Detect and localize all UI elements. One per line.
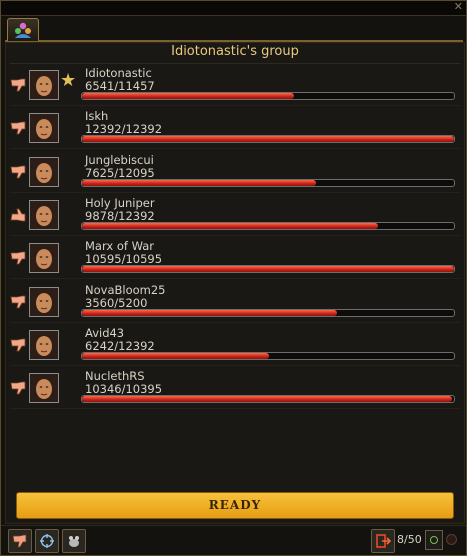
pet-button[interactable] bbox=[62, 529, 86, 553]
title-divider bbox=[10, 63, 460, 64]
member-name: Holy Juniper bbox=[85, 195, 155, 210]
thumb-down-icon[interactable] bbox=[10, 251, 26, 265]
hp-bar bbox=[81, 395, 455, 404]
member-hp: 3560/5200 bbox=[85, 295, 148, 310]
hp-bar-fill bbox=[82, 352, 270, 359]
member-hp: 9878/12392 bbox=[85, 208, 155, 223]
record-light-icon bbox=[446, 534, 457, 545]
avatar[interactable] bbox=[29, 113, 59, 144]
status-light-icon bbox=[430, 536, 438, 544]
member-row[interactable]: ★ Idiotonastic 6541/11457 bbox=[6, 65, 464, 108]
row-divider bbox=[10, 278, 460, 280]
thumb-down-icon bbox=[12, 534, 27, 548]
hp-bar bbox=[81, 178, 455, 187]
thumb-up-icon[interactable] bbox=[10, 208, 26, 222]
group-panel: Idiotonastic's group ★ Idiotonastic 6541/1… bbox=[5, 42, 465, 524]
thumb-down-icon[interactable] bbox=[10, 381, 26, 395]
member-row[interactable]: Avid43 6242/12392 bbox=[6, 325, 464, 368]
crosshair-icon bbox=[40, 534, 54, 548]
group-icon bbox=[15, 22, 31, 38]
hp-bar bbox=[81, 221, 455, 230]
avatar[interactable] bbox=[29, 329, 59, 360]
thumb-down-icon[interactable] bbox=[10, 165, 26, 179]
window-titlebar: ✕ bbox=[1, 1, 466, 16]
hp-bar bbox=[81, 351, 455, 360]
avatar[interactable] bbox=[29, 243, 59, 274]
tab-bar bbox=[5, 16, 463, 42]
avatar[interactable] bbox=[29, 199, 59, 230]
group-title: Idiotonastic's group bbox=[171, 44, 299, 59]
hp-bar bbox=[81, 265, 455, 274]
member-row[interactable]: Iskh 12392/12392 bbox=[6, 108, 464, 151]
leave-group-icon bbox=[376, 534, 391, 548]
ready-check-toggle[interactable] bbox=[425, 530, 443, 550]
avatar[interactable] bbox=[29, 373, 59, 404]
member-row[interactable]: NuclethRS 10346/10395 bbox=[6, 368, 464, 411]
hp-bar-fill bbox=[82, 309, 337, 316]
group-window: ✕ Idiotonastic's group ★ Idiotonastic 6541… bbox=[0, 0, 467, 556]
hp-bar-fill bbox=[82, 93, 295, 99]
row-divider bbox=[10, 105, 460, 106]
avatar[interactable] bbox=[29, 156, 59, 187]
member-row[interactable]: Holy Juniper 9878/12392 bbox=[6, 195, 464, 238]
close-icon[interactable]: ✕ bbox=[454, 1, 463, 13]
hp-bar bbox=[81, 308, 455, 317]
member-name: NovaBloom25 bbox=[85, 282, 166, 297]
row-divider bbox=[10, 148, 460, 150]
member-row[interactable]: Marx of War 10595/10595 bbox=[6, 238, 464, 281]
avatar[interactable] bbox=[29, 70, 59, 100]
member-count: 8/50 bbox=[397, 533, 422, 546]
row-divider bbox=[10, 321, 460, 323]
member-row[interactable]: NovaBloom25 3560/5200 bbox=[6, 282, 464, 325]
member-hp: 6242/12392 bbox=[85, 338, 155, 353]
hp-bar-fill bbox=[82, 266, 454, 273]
thumb-down-icon[interactable] bbox=[10, 78, 26, 92]
hp-bar-fill bbox=[82, 179, 317, 186]
tab-group[interactable] bbox=[7, 18, 39, 41]
ready-button[interactable]: READY bbox=[16, 492, 454, 519]
hp-bar-fill bbox=[82, 396, 453, 403]
hp-bar-fill bbox=[82, 222, 379, 229]
thumb-down-icon[interactable] bbox=[10, 121, 26, 135]
row-divider bbox=[10, 364, 460, 366]
row-divider bbox=[10, 234, 460, 236]
member-row[interactable]: Junglebiscui 7625/12095 bbox=[6, 152, 464, 195]
leader-star-icon: ★ bbox=[60, 70, 77, 91]
hp-bar bbox=[81, 92, 455, 100]
target-button[interactable] bbox=[35, 529, 59, 553]
member-hp: 7625/12095 bbox=[85, 165, 155, 180]
footer-toolbar: 8/50 bbox=[1, 525, 466, 556]
avatar[interactable] bbox=[29, 286, 59, 317]
row-divider bbox=[10, 408, 460, 410]
pet-icon bbox=[69, 536, 79, 547]
member-name: Avid43 bbox=[85, 325, 125, 340]
thumb-down-icon[interactable] bbox=[10, 338, 26, 352]
thumb-toggle-button[interactable] bbox=[8, 529, 32, 553]
hp-bar bbox=[81, 135, 455, 144]
thumb-down-icon[interactable] bbox=[10, 295, 26, 309]
hp-bar-fill bbox=[82, 136, 454, 143]
member-name: Junglebiscui bbox=[85, 152, 154, 167]
row-divider bbox=[10, 191, 460, 193]
leave-group-button[interactable] bbox=[371, 529, 395, 553]
